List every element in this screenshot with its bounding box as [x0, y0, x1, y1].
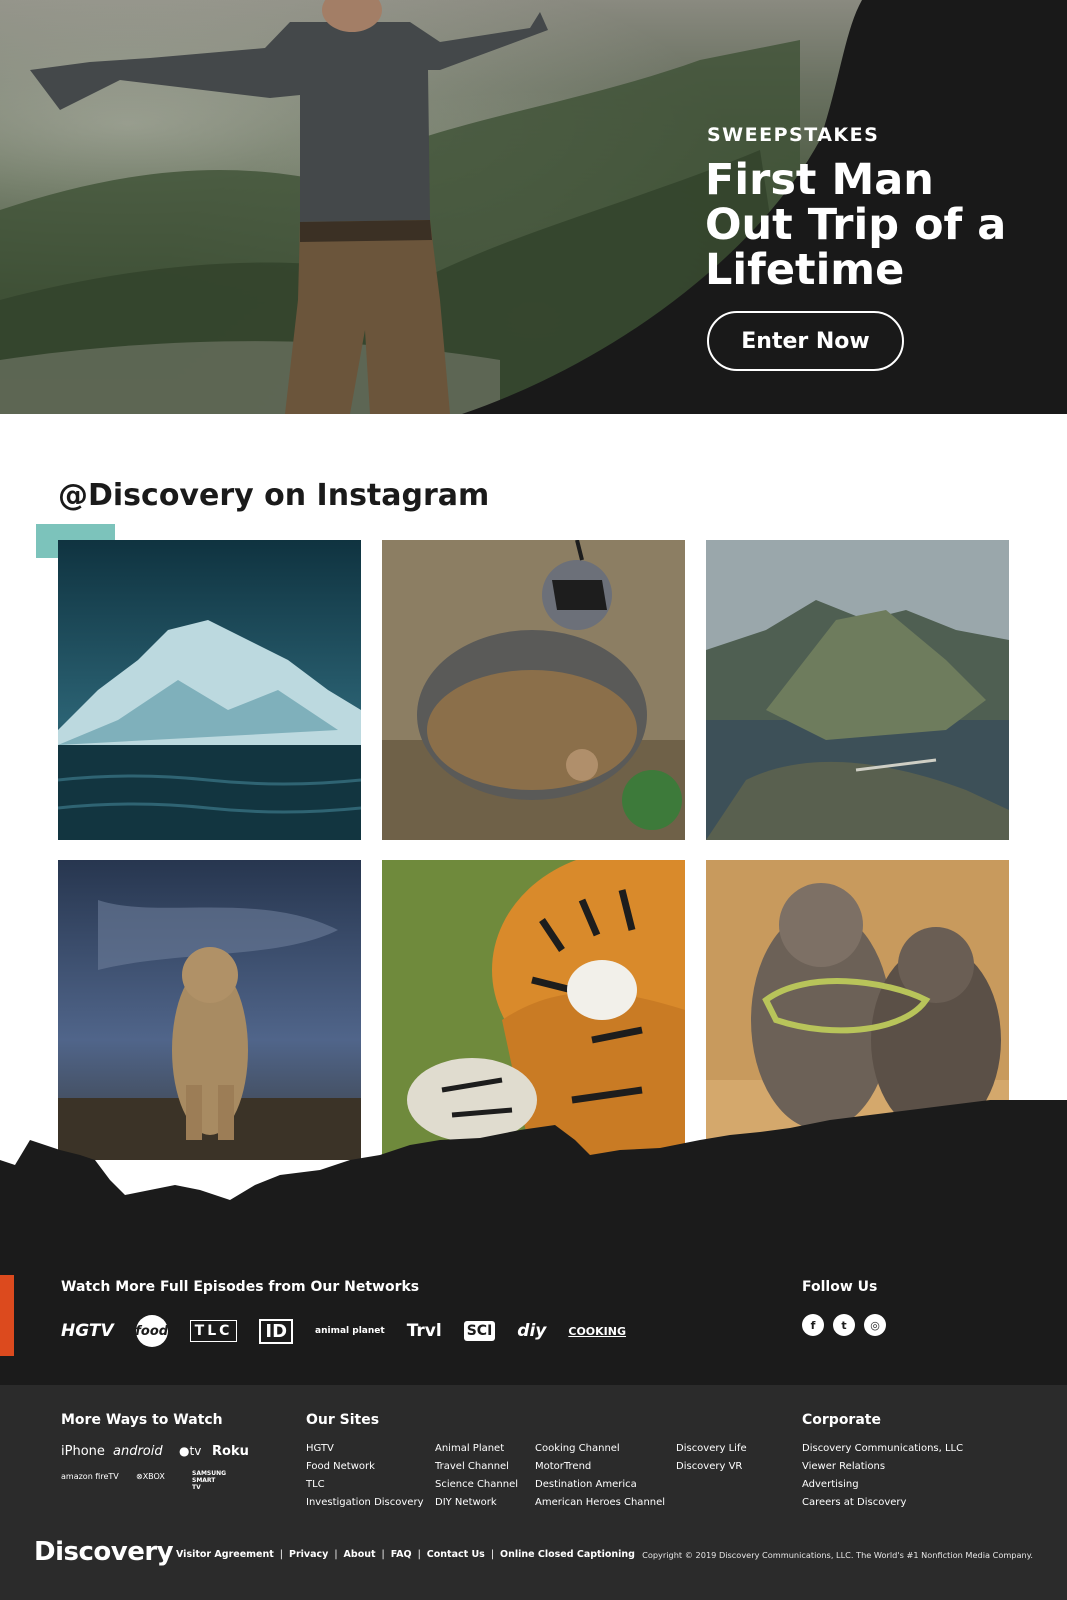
- site-link-tlc[interactable]: TLC: [306, 1479, 325, 1490]
- android-logo[interactable]: android: [113, 1444, 163, 1459]
- copyright-text: Copyright © 2019 Discovery Communication…: [642, 1550, 1033, 1560]
- orange-accent: [0, 1275, 14, 1356]
- food-network-logo[interactable]: food: [135, 1315, 168, 1347]
- network-logos: HGTV food TLC ID animal planet Trvl SCI …: [61, 1314, 648, 1348]
- hero-banner[interactable]: SWEEPSTAKES First Man Out Trip of a Life…: [0, 0, 1067, 414]
- contact-us-link[interactable]: Contact Us: [427, 1549, 485, 1560]
- our-sites-title: Our Sites: [306, 1412, 380, 1428]
- site-link-science-channel[interactable]: Science Channel: [435, 1479, 518, 1490]
- networks-title: Watch More Full Episodes from Our Networ…: [61, 1279, 420, 1295]
- corporate-title: Corporate: [802, 1412, 881, 1428]
- animal-planet-logo[interactable]: animal planet: [315, 1326, 385, 1336]
- apple-icon: ●: [179, 1444, 190, 1458]
- instagram-post-iceberg[interactable]: [58, 540, 361, 840]
- facebook-icon[interactable]: f: [802, 1314, 824, 1336]
- xbox-logo[interactable]: ⊗XBOX: [136, 1472, 165, 1481]
- twitter-icon[interactable]: t: [833, 1314, 855, 1336]
- legal-separator: |: [490, 1549, 495, 1560]
- instagram-heading: @Discovery on Instagram: [58, 478, 490, 513]
- legal-separator: |: [417, 1549, 421, 1560]
- travel-channel-logo[interactable]: Trvl: [407, 1321, 442, 1341]
- site-link-food-network[interactable]: Food Network: [306, 1461, 375, 1472]
- instagram-post-quail[interactable]: [382, 540, 685, 840]
- more-ways-title: More Ways to Watch: [61, 1412, 223, 1428]
- legal-separator: |: [381, 1549, 385, 1560]
- cooking-channel-logo[interactable]: COOKING: [568, 1325, 626, 1338]
- privacy-link[interactable]: Privacy: [289, 1549, 328, 1560]
- site-link-cooking-channel[interactable]: Cooking Channel: [535, 1443, 620, 1454]
- instagram-icon[interactable]: ◎: [864, 1314, 886, 1336]
- apple-tv-label: tv: [189, 1444, 202, 1458]
- online-closed-captioning-link[interactable]: Online Closed Captioning: [500, 1549, 635, 1560]
- corporate-link-viewer-relations[interactable]: Viewer Relations: [802, 1461, 885, 1472]
- samsung-smart-tv-logo[interactable]: SAMSUNG SMART TV: [192, 1470, 226, 1491]
- site-link-motortrend[interactable]: MotorTrend: [535, 1461, 591, 1472]
- legal-separator: |: [334, 1549, 338, 1560]
- corporate-link-discovery-communications[interactable]: Discovery Communications, LLC: [802, 1443, 963, 1454]
- xbox-label: XBOX: [142, 1472, 165, 1481]
- corporate-link-careers[interactable]: Careers at Discovery: [802, 1497, 906, 1508]
- hgtv-logo[interactable]: HGTV: [61, 1321, 114, 1341]
- site-link-american-heroes-channel[interactable]: American Heroes Channel: [535, 1497, 665, 1508]
- site-link-investigation-discovery[interactable]: Investigation Discovery: [306, 1497, 423, 1508]
- site-link-discovery-life[interactable]: Discovery Life: [676, 1443, 747, 1454]
- apple-tv-logo[interactable]: ●tv: [179, 1444, 201, 1458]
- tlc-logo[interactable]: TLC: [189, 1320, 238, 1342]
- enter-now-button[interactable]: Enter Now: [707, 311, 904, 371]
- site-link-destination-america[interactable]: Destination America: [535, 1479, 637, 1490]
- iphone-logo[interactable]: iPhone: [61, 1444, 105, 1459]
- instagram-post-fjord[interactable]: [706, 540, 1009, 840]
- legal-separator: |: [279, 1549, 283, 1560]
- corporate-link-advertising[interactable]: Advertising: [802, 1479, 859, 1490]
- diy-network-logo[interactable]: diy: [517, 1321, 546, 1341]
- discovery-logo[interactable]: Discovery: [34, 1537, 174, 1567]
- follow-us-title: Follow Us: [802, 1279, 878, 1295]
- about-link[interactable]: About: [344, 1549, 376, 1560]
- site-link-animal-planet[interactable]: Animal Planet: [435, 1443, 504, 1454]
- networks-band: [0, 1222, 1067, 1385]
- site-link-discovery-vr[interactable]: Discovery VR: [676, 1461, 742, 1472]
- page: SWEEPSTAKES First Man Out Trip of a Life…: [0, 0, 1067, 1600]
- hero-eyebrow: SWEEPSTAKES: [707, 124, 880, 146]
- hero-title: First Man Out Trip of a Lifetime: [705, 155, 1007, 295]
- mountain-silhouette: [0, 1100, 1067, 1230]
- id-logo[interactable]: ID: [259, 1318, 294, 1344]
- roku-logo[interactable]: Roku: [212, 1444, 249, 1459]
- faq-link[interactable]: FAQ: [391, 1549, 412, 1560]
- site-link-diy-network[interactable]: DIY Network: [435, 1497, 497, 1508]
- science-channel-logo[interactable]: SCI: [463, 1321, 496, 1341]
- visitor-agreement-link[interactable]: Visitor Agreement: [176, 1549, 274, 1560]
- amazon-fire-tv-logo[interactable]: amazon fireTV: [61, 1472, 119, 1481]
- xbox-icon: ⊗: [136, 1472, 143, 1481]
- site-link-hgtv[interactable]: HGTV: [306, 1443, 334, 1454]
- legal-links: Visitor Agreement | Privacy | About | FAQ | …: [176, 1549, 635, 1560]
- site-link-travel-channel[interactable]: Travel Channel: [435, 1461, 509, 1472]
